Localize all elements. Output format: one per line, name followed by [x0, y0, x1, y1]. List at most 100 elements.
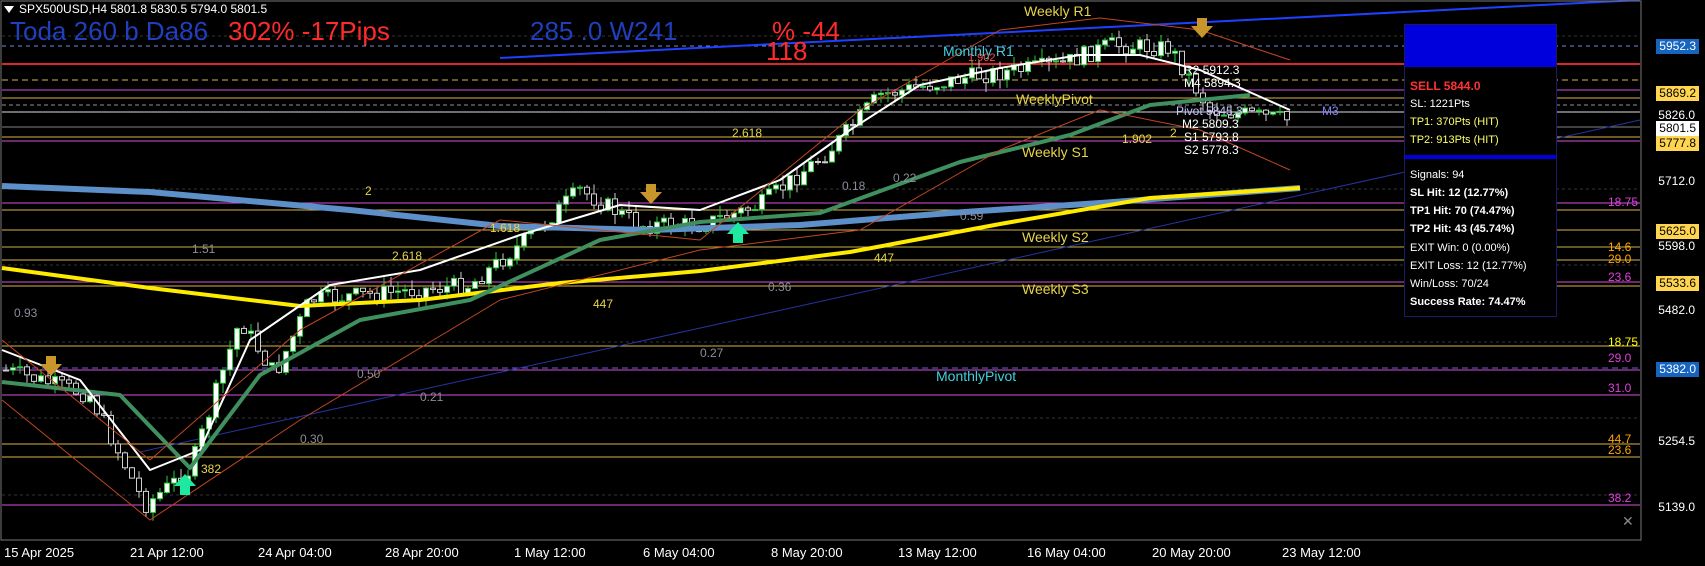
time-axis-label: 28 Apr 20:00 [385, 545, 459, 560]
fib-label: 1.51 [192, 242, 216, 256]
candle-body [1060, 60, 1066, 63]
candle-body [66, 379, 72, 384]
candle-body [808, 161, 814, 173]
time-axis-label: 16 May 04:00 [1027, 545, 1106, 560]
right-level-label: 29.0 [1608, 252, 1632, 266]
candle-body [360, 287, 366, 293]
candle-body [80, 393, 86, 403]
price-tag: 5777.8 [1656, 136, 1699, 151]
r2-label: R2 5912.3 [1184, 63, 1240, 77]
time-axis-label: 6 May 04:00 [643, 545, 715, 560]
candle-body [556, 203, 562, 224]
candle-body [1053, 60, 1059, 63]
fib-label: 0.22 [893, 171, 917, 185]
candle-body [941, 86, 947, 89]
candle-body [745, 207, 751, 211]
candle-body [1256, 109, 1262, 112]
candle-body [773, 184, 779, 190]
candle-body [122, 452, 128, 469]
candle-body [1270, 111, 1276, 115]
candle-body [997, 67, 1003, 81]
ma-white [1, 54, 1291, 471]
fib-label: 0.93 [14, 306, 38, 320]
time-axis-label: 20 May 20:00 [1152, 545, 1231, 560]
candle-body [934, 87, 940, 91]
candle-body [892, 92, 898, 96]
panel-divider [1405, 155, 1556, 159]
candle-body [1109, 37, 1115, 41]
sl-hit: SL Hit: 12 (12.77%) [1410, 187, 1509, 199]
candle-body [577, 186, 583, 189]
candle-body [409, 289, 415, 297]
candle-body [353, 287, 359, 295]
chart-shift-icon[interactable]: ✕ [1622, 514, 1634, 528]
price-axis-label: 5598.0 [1658, 239, 1695, 253]
candle-body [500, 258, 506, 267]
candle-body [1249, 107, 1255, 112]
candle-body [906, 84, 912, 91]
candle-body [717, 215, 723, 218]
candle-body [24, 366, 30, 376]
candle-body [514, 245, 520, 260]
exit-win: EXIT Win: 0 (0.00%) [1410, 242, 1511, 254]
collapse-triangle-icon[interactable] [4, 6, 14, 14]
candle-body [507, 258, 513, 267]
candle-body [150, 498, 156, 513]
price-axis-label: 5254.5 [1658, 434, 1695, 448]
pivot-label: Pivot 5845.3 [1176, 104, 1243, 118]
price-tag: 5952.3 [1656, 39, 1699, 54]
sell-signal: SELL 5844.0 [1410, 79, 1481, 93]
candle-body [801, 171, 807, 186]
candle-body [430, 287, 436, 290]
candle-body [829, 150, 835, 163]
candle-body [451, 277, 457, 287]
monthly-pivot-label: MonthlyPivot [936, 368, 1017, 384]
candle-body [241, 327, 247, 334]
candle-body [920, 85, 926, 88]
fib-label: 0.59 [960, 209, 984, 223]
sell-arrow-icon [640, 184, 662, 204]
candle-body [787, 174, 793, 191]
chart-border [0, 0, 1642, 541]
candle-body [402, 289, 408, 292]
count-label: 382 [201, 462, 222, 476]
win-loss: Win/Loss: 70/24 [1410, 278, 1489, 290]
fib-label: 2 [1170, 126, 1177, 140]
price-axis-label: 5712.0 [1658, 174, 1695, 188]
candle-body [290, 335, 296, 352]
fib-label: 2.618 [392, 249, 423, 263]
s1-label: S1 5793.8 [1184, 130, 1239, 144]
candle-body [1151, 51, 1157, 57]
candle-body [444, 285, 450, 293]
candle-body [1158, 41, 1164, 57]
s2-label: S2 5778.3 [1184, 143, 1239, 157]
price-tag: 5382.0 [1656, 362, 1699, 377]
fib-label: 0.21 [420, 390, 444, 404]
candle-body [31, 374, 37, 382]
price-tag: 5869.2 [1656, 86, 1699, 101]
candle-body [38, 375, 44, 382]
candle-body [878, 92, 884, 96]
candle-body [633, 211, 639, 229]
candle-body [17, 366, 23, 369]
price-axis-label: 5482.0 [1658, 303, 1695, 317]
candle-body [591, 193, 597, 206]
candle-body [815, 161, 821, 164]
candle-body [248, 330, 254, 334]
price-axis-label: 5139.0 [1658, 500, 1695, 514]
fib-label: 0.50 [357, 367, 381, 381]
level-lines [2, 0, 1641, 506]
candle-body [346, 293, 352, 302]
tp2-hit: TP2 Hit: 43 (45.74%) [1410, 223, 1515, 235]
m4-label: M4 5894.3 [1184, 76, 1241, 90]
candle-body [395, 290, 401, 293]
tp2: TP2: 913Pts (HIT) [1410, 134, 1499, 146]
candle-body [1172, 50, 1178, 54]
candle-body [129, 467, 135, 479]
panel-header [1405, 25, 1556, 67]
candle-body [584, 186, 590, 195]
time-axis-label: 21 Apr 12:00 [130, 545, 204, 560]
candle-body [1004, 69, 1010, 81]
candle-body [563, 195, 569, 205]
price-tag: 5801.5 [1656, 121, 1699, 136]
